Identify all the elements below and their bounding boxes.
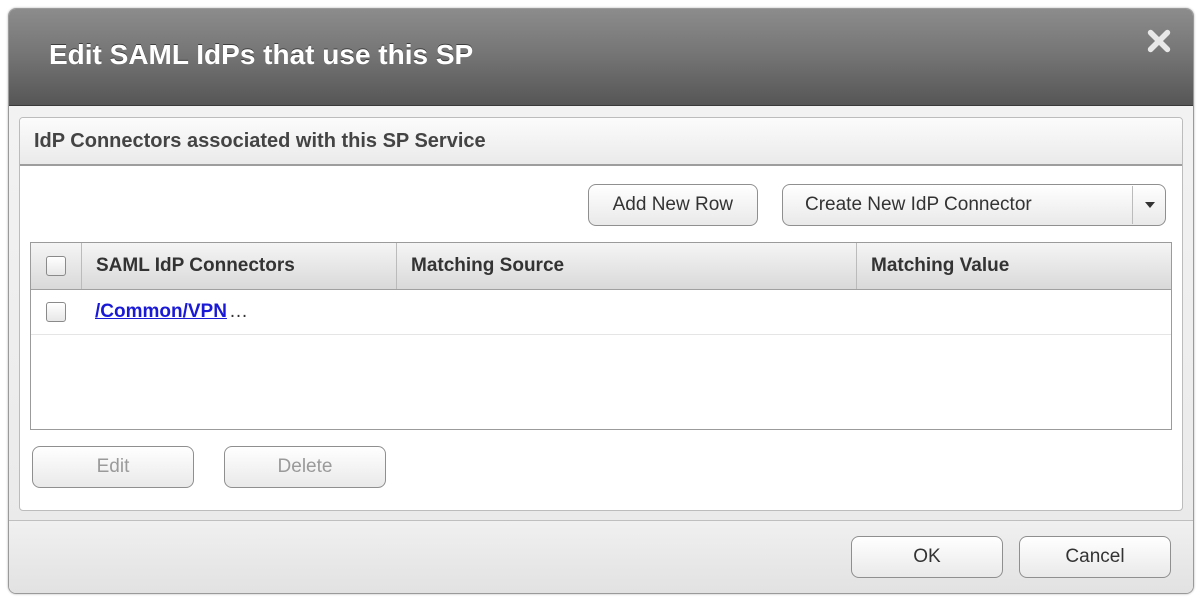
dialog-edit-saml-idps: Edit SAML IdPs that use this SP IdP Conn…: [8, 8, 1194, 594]
titlebar: Edit SAML IdPs that use this SP: [9, 9, 1193, 106]
dialog-title: Edit SAML IdPs that use this SP: [49, 39, 473, 71]
add-new-row-button[interactable]: Add New Row: [588, 184, 758, 226]
select-all-checkbox[interactable]: [46, 256, 66, 276]
dropdown-caret-wrap: [1132, 186, 1155, 224]
row-connector-cell: /Common/VPN…: [81, 290, 395, 334]
row-matching-source-cell: [395, 290, 857, 334]
section-header: IdP Connectors associated with this SP S…: [20, 118, 1182, 166]
row-checkbox[interactable]: [46, 302, 66, 322]
header-connectors: SAML IdP Connectors: [82, 243, 397, 289]
add-new-row-label: Add New Row: [613, 194, 733, 216]
header-matching-source: Matching Source: [397, 243, 857, 289]
close-icon[interactable]: [1145, 27, 1173, 55]
row-checkbox-cell: [31, 290, 81, 334]
chevron-down-icon: [1145, 202, 1155, 208]
connector-link[interactable]: /Common/VPN: [95, 301, 227, 323]
idp-connector-table: SAML IdP Connectors Matching Source Matc…: [30, 242, 1172, 430]
toolbar-row: Add New Row Create New IdP Connector: [20, 166, 1182, 240]
table-row[interactable]: /Common/VPN…: [31, 290, 1171, 335]
delete-button-label: Delete: [278, 456, 333, 478]
edit-button[interactable]: Edit: [32, 446, 194, 488]
connector-ellipsis: …: [229, 301, 248, 323]
dialog-footer: OK Cancel: [9, 520, 1193, 593]
delete-button[interactable]: Delete: [224, 446, 386, 488]
ok-button[interactable]: OK: [851, 536, 1003, 578]
table-header-row: SAML IdP Connectors Matching Source Matc…: [31, 243, 1171, 290]
cancel-button[interactable]: Cancel: [1019, 536, 1171, 578]
header-matching-value: Matching Value: [857, 243, 1171, 289]
ok-button-label: OK: [913, 546, 940, 568]
header-checkbox-cell: [31, 243, 82, 289]
create-new-idp-connector-dropdown[interactable]: Create New IdP Connector: [782, 184, 1166, 226]
table-actions: Edit Delete: [32, 446, 1182, 488]
body-panel: IdP Connectors associated with this SP S…: [19, 117, 1183, 511]
edit-button-label: Edit: [97, 456, 130, 478]
row-matching-value-cell: [857, 290, 1171, 334]
cancel-button-label: Cancel: [1065, 546, 1124, 568]
create-new-idp-connector-label: Create New IdP Connector: [805, 194, 1032, 216]
